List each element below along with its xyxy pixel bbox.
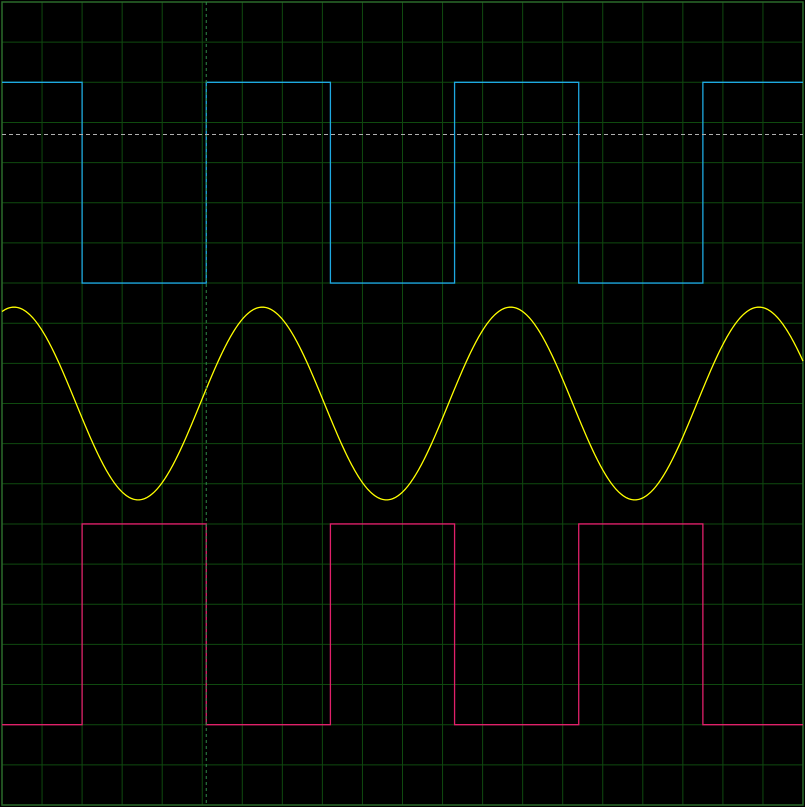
oscilloscope-display xyxy=(0,0,805,807)
grid xyxy=(1,1,804,806)
